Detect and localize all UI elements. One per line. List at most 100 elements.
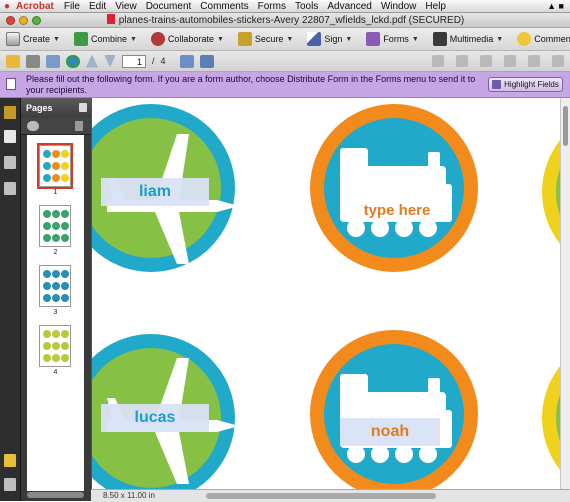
zoom-tool-icon[interactable] bbox=[480, 55, 492, 67]
page-thumbnail-2[interactable] bbox=[39, 205, 71, 247]
pages-icon[interactable] bbox=[4, 130, 16, 143]
thumb-dot bbox=[43, 174, 51, 182]
page-number-input[interactable]: 1 bbox=[122, 54, 146, 68]
plane-name-field-2[interactable]: lucas bbox=[101, 404, 209, 432]
highlight-fields-label: Highlight Fields bbox=[504, 80, 559, 89]
form-message: Please fill out the following form. If y… bbox=[26, 74, 476, 95]
thumb-dot bbox=[43, 294, 51, 302]
apple-icon[interactable]: ● bbox=[4, 1, 10, 12]
combine-button[interactable]: Combine ▼ bbox=[73, 32, 137, 46]
page-thumbnail-4[interactable] bbox=[39, 325, 71, 367]
trash-icon[interactable] bbox=[75, 121, 83, 131]
sign-button[interactable]: Sign ▼ bbox=[307, 32, 352, 46]
partial-sticker-graphic bbox=[556, 392, 561, 444]
thumb-dot bbox=[43, 270, 51, 278]
create-icon bbox=[6, 32, 20, 46]
select-tool-icon[interactable] bbox=[432, 55, 444, 67]
pages-panel-header: Pages bbox=[21, 98, 91, 119]
thumbnail-scrollbar[interactable] bbox=[27, 492, 84, 498]
menu-file[interactable]: File bbox=[64, 1, 80, 12]
full-screen-icon[interactable] bbox=[199, 54, 214, 68]
thumb-dot bbox=[43, 234, 51, 242]
menu-view[interactable]: View bbox=[115, 1, 137, 12]
thumbnail-label-3: 3 bbox=[53, 309, 58, 316]
rotate-icon[interactable] bbox=[552, 55, 564, 67]
collaborate-button[interactable]: Collaborate ▼ bbox=[150, 32, 224, 46]
page-separator: / bbox=[152, 56, 155, 66]
create-button[interactable]: Create ▼ bbox=[6, 32, 60, 46]
lock-icon[interactable] bbox=[4, 106, 16, 119]
menu-window[interactable]: Window bbox=[381, 1, 417, 12]
menu-tools[interactable]: Tools bbox=[295, 1, 318, 12]
close-window-button[interactable] bbox=[6, 15, 15, 25]
next-page-icon[interactable] bbox=[104, 54, 116, 68]
minimize-window-button[interactable] bbox=[19, 15, 28, 25]
pdf-file-icon bbox=[106, 14, 115, 24]
hand-tool-icon[interactable] bbox=[456, 55, 468, 67]
menu-advanced[interactable]: Advanced bbox=[327, 1, 371, 12]
sign-icon bbox=[307, 32, 322, 46]
task-toolbar: Create ▼ Combine ▼ Collaborate ▼ Secure ▼ Si… bbox=[0, 28, 570, 51]
partial-sticker-right bbox=[542, 334, 561, 489]
thumb-dot bbox=[61, 162, 69, 170]
forms-label: Forms bbox=[383, 34, 409, 44]
bookmarks-icon[interactable] bbox=[4, 156, 16, 169]
search-icon[interactable] bbox=[66, 54, 80, 68]
page-thumbnail-1[interactable] bbox=[37, 143, 73, 189]
thumb-dot bbox=[61, 174, 69, 182]
plane-name-field-1[interactable]: liam bbox=[101, 178, 209, 206]
zoom-window-button[interactable] bbox=[32, 15, 41, 25]
menu-comments[interactable]: Comments bbox=[200, 1, 248, 12]
thumb-dot bbox=[61, 342, 69, 350]
collaborate-icon bbox=[150, 32, 165, 46]
thumb-dot bbox=[52, 342, 60, 350]
train-name-field-2[interactable]: noah bbox=[340, 418, 440, 446]
thumb-dot bbox=[43, 282, 51, 290]
menu-document[interactable]: Document bbox=[146, 1, 192, 12]
menu-app-name[interactable]: Acrobat bbox=[16, 1, 54, 12]
thumb-dot bbox=[61, 210, 69, 218]
prev-page-icon[interactable] bbox=[86, 54, 98, 68]
menu-help[interactable]: Help bbox=[425, 1, 446, 12]
signatures-icon[interactable] bbox=[4, 182, 16, 195]
gear-icon[interactable] bbox=[27, 121, 39, 131]
highlight-icon bbox=[492, 80, 502, 89]
forms-icon bbox=[366, 32, 381, 46]
thumb-dot bbox=[61, 222, 69, 230]
secure-icon bbox=[237, 32, 252, 46]
print-icon[interactable] bbox=[26, 54, 40, 68]
panel-options-icon[interactable] bbox=[79, 103, 87, 112]
multimedia-icon bbox=[432, 32, 447, 46]
menu-forms[interactable]: Forms bbox=[258, 1, 286, 12]
secure-button[interactable]: Secure ▼ bbox=[237, 32, 293, 46]
thumb-dot bbox=[52, 294, 60, 302]
thumb-dot bbox=[61, 282, 69, 290]
chevron-down-icon: ▼ bbox=[345, 35, 353, 43]
open-icon[interactable] bbox=[6, 54, 20, 68]
attachments-icon[interactable] bbox=[4, 478, 16, 491]
chevron-down-icon: ▼ bbox=[411, 35, 419, 43]
thumb-dot bbox=[61, 270, 69, 278]
fit-page-icon[interactable] bbox=[179, 54, 194, 68]
comments-icon[interactable] bbox=[4, 454, 16, 467]
horizontal-scrollbar[interactable] bbox=[206, 493, 436, 499]
forms-button[interactable]: Forms ▼ bbox=[366, 32, 419, 46]
combine-label: Combine bbox=[90, 34, 127, 44]
menu-edit[interactable]: Edit bbox=[89, 1, 106, 12]
vertical-scrollbar[interactable] bbox=[560, 98, 570, 489]
chevron-down-icon: ▼ bbox=[216, 35, 224, 43]
scroll-thumb[interactable] bbox=[563, 106, 568, 146]
train-name-field-1[interactable]: type here bbox=[348, 196, 446, 224]
comment-button[interactable]: Comment▼ bbox=[517, 32, 570, 46]
thumb-dot bbox=[61, 294, 69, 302]
page-thumbnail-3[interactable] bbox=[39, 265, 71, 307]
highlight-fields-button[interactable]: Highlight Fields bbox=[488, 77, 563, 92]
multimedia-button[interactable]: Multimedia ▼ bbox=[432, 32, 503, 46]
thumbnail-label-2: 2 bbox=[53, 249, 58, 256]
snapshot-icon[interactable] bbox=[504, 55, 516, 67]
window-title-text: planes-trains-automobiles-stickers-Avery… bbox=[118, 15, 465, 26]
train-sticker-graphic bbox=[324, 118, 464, 258]
typewriter-icon[interactable] bbox=[528, 55, 540, 67]
thumb-dot bbox=[43, 210, 51, 218]
email-icon[interactable] bbox=[46, 54, 60, 68]
